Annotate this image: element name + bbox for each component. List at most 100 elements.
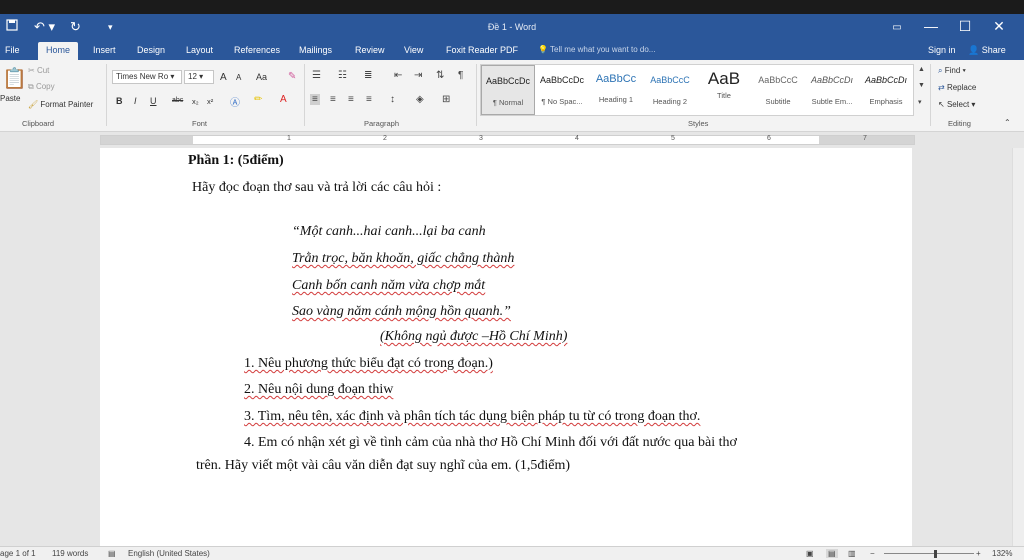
styles-scroll-up-icon[interactable]: ▲ (918, 66, 925, 73)
copy-button[interactable]: ⧉ Copy (28, 82, 55, 92)
tab-insert[interactable]: Insert (93, 45, 116, 55)
paste-icon[interactable]: 📋 (2, 66, 27, 91)
bullets-icon[interactable]: ☰ (312, 70, 321, 81)
change-case-button[interactable]: Aa (256, 72, 267, 82)
text-effects-icon[interactable]: Ⓐ (230, 94, 240, 109)
tell-me-search[interactable]: 💡 Tell me what you want to do... (538, 45, 655, 54)
web-layout-icon[interactable]: ▥ (848, 549, 856, 558)
ribbon-home: 📋 Paste ✂ Cut ⧉ Copy 🖌 Format Painter Cl… (0, 60, 1024, 132)
zoom-in-button[interactable]: + (976, 549, 981, 558)
font-family-select[interactable]: Times New Ro ▾ (112, 70, 182, 84)
ribbon-display-button[interactable]: ▭ (882, 22, 912, 33)
paste-button[interactable]: Paste (0, 94, 20, 103)
find-label: Find (944, 66, 961, 75)
share-button[interactable]: 👤 Share (968, 45, 1006, 56)
subscript-button[interactable]: x₂ (192, 97, 199, 106)
zoom-out-button[interactable]: − (870, 549, 875, 558)
tab-home[interactable]: Home (38, 42, 79, 60)
zoom-slider[interactable] (884, 553, 974, 554)
question-4-continuation: trên. Hãy viết một vài câu văn diễn đạt … (196, 458, 571, 473)
tab-view[interactable]: View (404, 45, 423, 55)
font-group-label: Font (192, 119, 208, 128)
tab-layout[interactable]: Layout (186, 45, 213, 55)
shrink-font-button[interactable]: A (236, 73, 241, 82)
highlight-icon[interactable]: ✏ (254, 94, 262, 105)
tab-design[interactable]: Design (137, 45, 165, 55)
align-right-icon[interactable]: ≡ (348, 94, 354, 105)
question-2: 2. Nêu nội dung đoạn thiw (244, 382, 394, 397)
page-count[interactable]: age 1 of 1 (0, 549, 36, 558)
multilevel-list-icon[interactable]: ≣ (364, 70, 372, 81)
cut-label: Cut (36, 66, 50, 75)
select-label: Select (946, 100, 970, 109)
style-subtitle[interactable]: AaBbCcC Subtitle (751, 65, 805, 115)
numbering-icon[interactable]: ☷ (338, 70, 347, 81)
tab-file[interactable]: File (5, 45, 20, 55)
sign-in-link[interactable]: Sign in (928, 45, 956, 55)
cursor-icon: ↖ (938, 100, 945, 109)
grow-font-button[interactable]: A (220, 72, 227, 83)
scissors-icon: ✂ (28, 66, 35, 75)
line-spacing-icon[interactable]: ↕ (390, 94, 395, 105)
language-indicator[interactable]: English (United States) (128, 549, 210, 558)
decrease-indent-icon[interactable]: ⇤ (394, 70, 402, 81)
font-color-icon[interactable]: A (280, 94, 287, 105)
tab-review[interactable]: Review (355, 45, 385, 55)
tab-mailings[interactable]: Mailings (299, 45, 332, 55)
shading-icon[interactable]: ◈ (416, 94, 424, 105)
sort-icon[interactable]: ⇅ (436, 70, 444, 81)
ribbon-separator (476, 64, 477, 126)
maximize-button[interactable]: ☐ (950, 18, 980, 35)
style-emphasis[interactable]: AaBbCcDı Emphasis (859, 65, 913, 115)
minimize-button[interactable]: — (916, 18, 946, 34)
tab-foxit-reader-pdf[interactable]: Foxit Reader PDF (446, 45, 518, 55)
align-left-icon[interactable]: ≡ (310, 94, 320, 105)
document-page[interactable]: Phần 1: (5điểm) Hãy đọc đoạn thơ sau và … (100, 148, 912, 546)
zoom-level[interactable]: 132% (992, 549, 1012, 558)
superscript-button[interactable]: x² (207, 97, 213, 106)
align-center-icon[interactable]: ≡ (330, 94, 336, 105)
underline-button[interactable]: U (150, 96, 157, 106)
style-no-spacing[interactable]: AaBbCcDc ¶ No Spac... (535, 65, 589, 115)
strikethrough-button[interactable]: abc (172, 97, 183, 104)
section-heading: Phần 1: (5điểm) (188, 153, 284, 168)
horizontal-ruler[interactable]: 1 2 3 4 5 6 7 (100, 135, 915, 145)
zoom-slider-handle[interactable] (934, 550, 937, 558)
font-size-select[interactable]: 12 ▾ (184, 70, 214, 84)
replace-button[interactable]: ⇄ Replace (938, 83, 976, 92)
close-button[interactable]: ✕ (984, 18, 1014, 35)
format-painter-button[interactable]: 🖌 Format Painter (28, 100, 93, 109)
title-bar: ↶ ▾ ↻ ▾ Đề 1 - Word ▭ — ☐ ✕ (0, 14, 1024, 42)
vertical-scrollbar[interactable] (1012, 148, 1024, 546)
styles-scroll-down-icon[interactable]: ▼ (918, 82, 925, 89)
style-name: Subtitle (765, 97, 791, 106)
justify-icon[interactable]: ≡ (366, 94, 372, 105)
print-layout-icon[interactable]: ▤ (826, 549, 838, 558)
increase-indent-icon[interactable]: ⇥ (414, 70, 422, 81)
styles-more-icon[interactable]: ▾ (918, 98, 922, 106)
replace-icon: ⇄ (938, 83, 945, 92)
poem-line: Canh bốn canh năm vừa chợp mắt (292, 278, 486, 293)
read-mode-icon[interactable]: ▣ (806, 549, 814, 558)
cut-button[interactable]: ✂ Cut (28, 66, 49, 75)
style-heading-2[interactable]: AaBbCcC Heading 2 (643, 65, 697, 115)
ribbon-tabs: File Home Insert Design Layout Reference… (0, 42, 1024, 60)
word-count[interactable]: 119 words (52, 549, 88, 558)
tab-references[interactable]: References (234, 45, 280, 55)
clear-formatting-icon[interactable]: ✎ (288, 71, 296, 82)
borders-icon[interactable]: ⊞ (442, 94, 450, 105)
find-button[interactable]: ⌕ Find ▾ (938, 66, 966, 76)
bold-button[interactable]: B (116, 96, 123, 106)
style-heading-1[interactable]: AaBbCc Heading 1 (589, 65, 643, 115)
proofing-icon[interactable]: ▤ (108, 549, 116, 558)
show-marks-button[interactable]: ¶ (458, 70, 463, 81)
italic-button[interactable]: I (134, 96, 137, 106)
select-button[interactable]: ↖ Select ▾ (938, 100, 975, 109)
font-family-value: Times New Ro (116, 72, 169, 81)
style-title[interactable]: AaB Title (697, 65, 751, 115)
style-normal[interactable]: AaBbCcDc ¶ Normal (481, 65, 535, 115)
collapse-ribbon-icon[interactable]: ⌃ (1004, 118, 1011, 127)
style-subtle-emphasis[interactable]: AaBbCcDı Subtle Em... (805, 65, 859, 115)
styles-group-label: Styles (688, 119, 709, 128)
ruler-number: 4 (575, 135, 579, 142)
